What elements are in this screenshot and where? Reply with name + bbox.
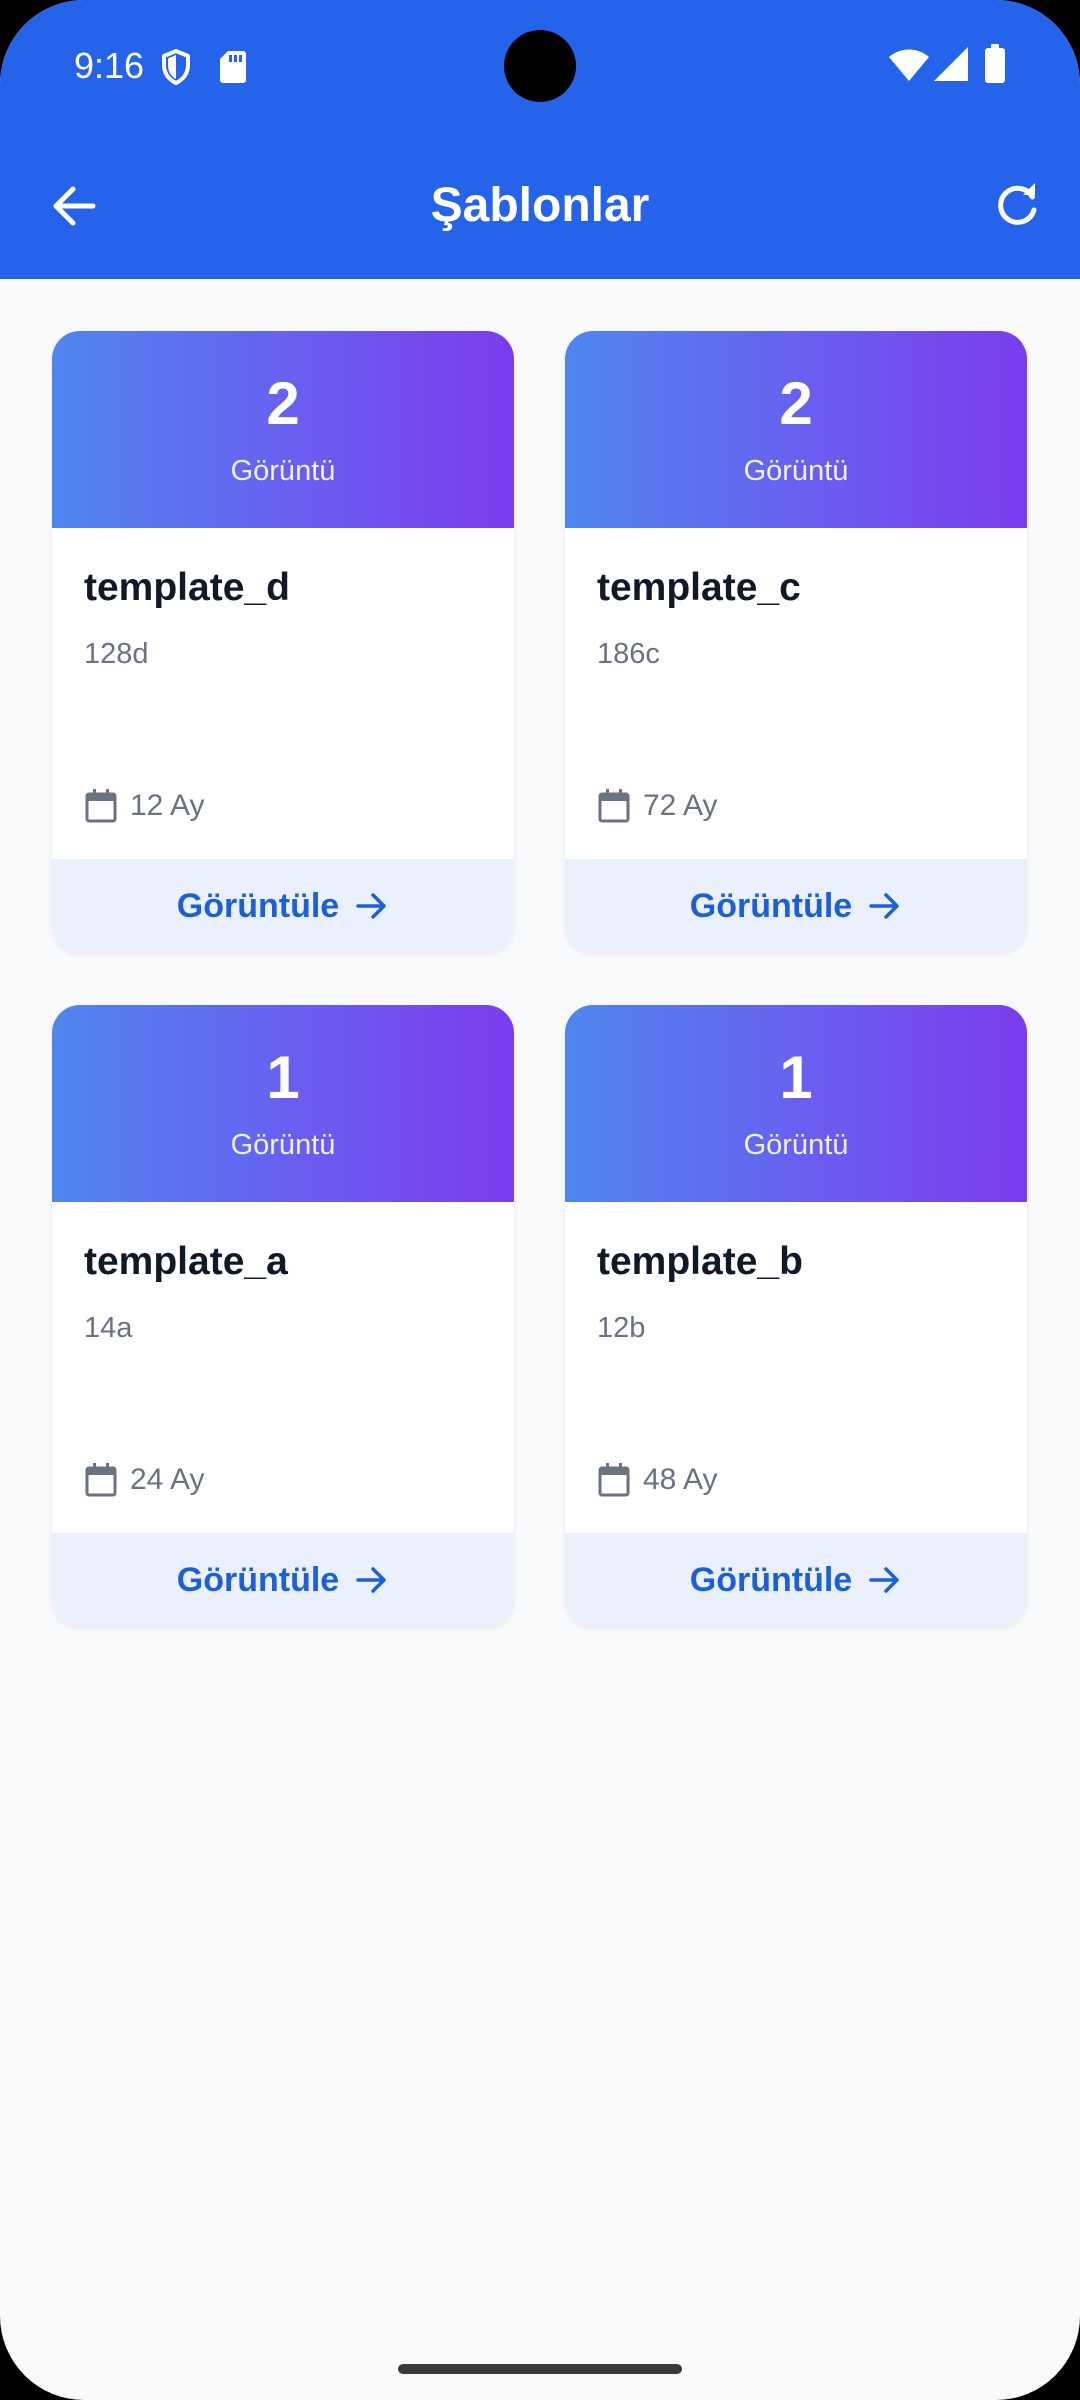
template-duration: 24 Ay [84,1460,205,1500]
calendar-icon [598,1463,630,1497]
card-banner: 1 Görüntü [565,1005,1027,1202]
arrow-right-icon [869,893,899,919]
calendar-icon [85,789,117,823]
view-button[interactable]: Görüntüle [52,1533,514,1627]
arrow-right-icon [869,1567,899,1593]
view-count-label: Görüntü [230,1129,336,1161]
battery-icon [985,44,1005,83]
wifi-icon [889,49,929,81]
duration-text: 24 Ay [130,1463,205,1496]
view-count: 1 [779,1044,813,1111]
calendar-icon [85,1463,117,1497]
template-card[interactable]: 2 Görüntü template_c 186c 72 Ay Görüntül… [565,331,1027,953]
view-button[interactable]: Görüntüle [565,859,1027,953]
sd-card-icon [220,51,246,83]
refresh-button[interactable] [983,172,1051,240]
shield-icon [162,49,190,85]
duration-text: 48 Ay [643,1463,718,1496]
view-button-label: Görüntüle [689,887,853,925]
view-count: 2 [779,370,813,437]
template-name: template_c [597,566,801,609]
refresh-icon [998,183,1037,225]
template-name: template_b [597,1240,803,1283]
template-grid: 2 Görüntü template_d 128d 12 Ay Görüntül… [52,331,1027,1627]
view-count-label: Görüntü [743,455,849,487]
view-count-label: Görüntü [230,455,336,487]
template-code: 186c [597,638,660,670]
screen: 9:16 Şablonlar 2 Görüntü template_d 128d… [0,0,1080,2400]
card-banner: 2 Görüntü [565,331,1027,528]
view-count: 1 [266,1044,300,1111]
template-card[interactable]: 1 Görüntü template_b 12b 48 Ay Görüntüle [565,1005,1027,1627]
view-count: 2 [266,370,300,437]
card-banner: 1 Görüntü [52,1005,514,1202]
status-time: 9:16 [74,45,145,86]
template-name: template_d [84,566,290,609]
page-title: Şablonlar [430,179,650,232]
template-code: 128d [84,638,149,670]
duration-text: 12 Ay [130,789,205,822]
template-card[interactable]: 2 Görüntü template_d 128d 12 Ay Görüntül… [52,331,514,953]
cellular-signal-icon [934,47,968,81]
template-duration: 48 Ay [597,1460,718,1500]
view-button[interactable]: Görüntüle [565,1533,1027,1627]
status-bar: 9:16 [0,0,1080,132]
template-duration: 72 Ay [597,786,718,826]
template-duration: 12 Ay [84,786,205,826]
header: 9:16 Şablonlar [0,0,1080,279]
home-gesture-bar[interactable] [398,2364,682,2374]
card-banner: 2 Görüntü [52,331,514,528]
app-bar: Şablonlar [0,132,1080,279]
template-card[interactable]: 1 Görüntü template_a 14a 24 Ay Görüntüle [52,1005,514,1627]
template-code: 14a [84,1312,133,1344]
duration-text: 72 Ay [643,789,718,822]
camera-cutout [504,30,576,102]
arrow-right-icon [356,893,386,919]
view-count-label: Görüntü [743,1129,849,1161]
template-code: 12b [597,1312,646,1344]
template-name: template_a [84,1240,288,1283]
view-button-label: Görüntüle [176,887,340,925]
view-button-label: Görüntüle [689,1561,853,1599]
arrow-right-icon [356,1567,386,1593]
calendar-icon [598,789,630,823]
view-button[interactable]: Görüntüle [52,859,514,953]
view-button-label: Görüntüle [176,1561,340,1599]
